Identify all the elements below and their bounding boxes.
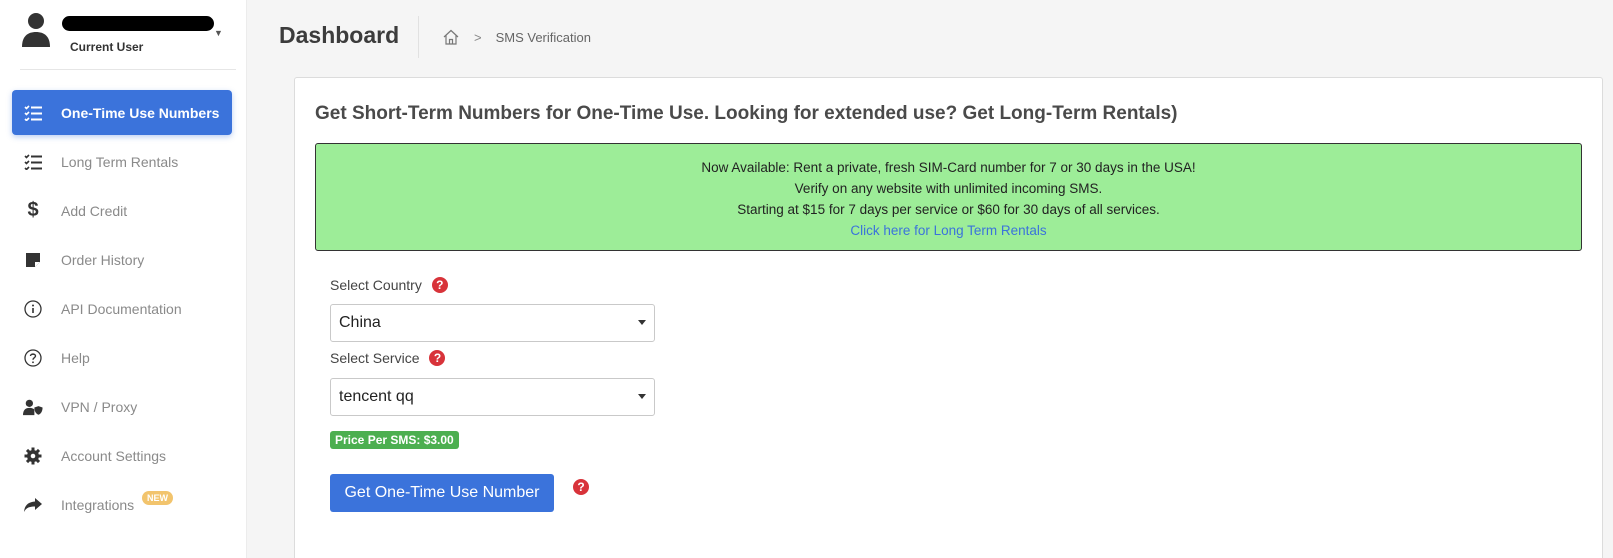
- sidebar-item-vpn-proxy[interactable]: VPN / Proxy: [12, 384, 232, 429]
- sidebar-item-add-credit[interactable]: $ Add Credit: [12, 188, 232, 233]
- get-number-button[interactable]: Get One-Time Use Number: [330, 474, 554, 512]
- chevron-right-icon: >: [474, 29, 482, 45]
- caret-down-icon: [638, 320, 646, 325]
- price-per-sms-badge: Price Per SMS: $3.00: [330, 431, 459, 449]
- home-icon[interactable]: [442, 28, 460, 46]
- sidebar-item-label: One-Time Use Numbers: [61, 104, 220, 121]
- banner-line: Now Available: Rent a private, fresh SIM…: [701, 160, 1196, 175]
- main-card: Get Short-Term Numbers for One-Time Use.…: [294, 77, 1603, 558]
- select-service-label: Select Service ?: [330, 350, 446, 366]
- banner-line: Verify on any website with unlimited inc…: [794, 181, 1103, 196]
- user-shield-icon: [23, 397, 43, 417]
- sidebar-item-order-history[interactable]: Order History: [12, 237, 232, 282]
- sidebar-item-label: API Documentation: [61, 300, 182, 317]
- sidebar-item-long-term-rentals[interactable]: Long Term Rentals: [12, 139, 232, 184]
- field-label-text: Select Country: [330, 277, 422, 293]
- current-user-label: Current User: [70, 40, 144, 54]
- sidebar: ▼ Current User One-Time Use Numbers Long…: [0, 0, 247, 558]
- select-country-label: Select Country ?: [330, 277, 448, 293]
- help-icon[interactable]: ?: [573, 479, 589, 495]
- breadcrumb: > SMS Verification: [442, 28, 591, 46]
- page-title: Dashboard: [279, 22, 400, 48]
- field-label-text: Select Service: [330, 350, 420, 366]
- sidebar-item-api-documentation[interactable]: API Documentation: [12, 286, 232, 331]
- sidebar-item-one-time-use-numbers[interactable]: One-Time Use Numbers: [12, 90, 232, 135]
- question-icon: [23, 348, 43, 368]
- sidebar-item-label: Help: [61, 349, 90, 366]
- user-avatar-icon: [22, 13, 50, 47]
- header-divider: [418, 16, 419, 58]
- chevron-down-icon[interactable]: ▼: [214, 28, 223, 38]
- sidebar-item-label: Long Term Rentals: [61, 153, 179, 170]
- sidebar-item-label: VPN / Proxy: [61, 398, 138, 415]
- help-icon[interactable]: ?: [431, 277, 448, 293]
- new-badge: NEW: [142, 491, 173, 505]
- help-icon[interactable]: ?: [429, 350, 446, 366]
- country-select[interactable]: China: [330, 304, 655, 342]
- user-name-redacted: [62, 16, 214, 31]
- checklist-icon: [23, 103, 43, 123]
- banner-line: Starting at $15 for 7 days per service o…: [737, 202, 1160, 217]
- gear-icon: [23, 446, 43, 466]
- sidebar-item-label: Add Credit: [61, 202, 128, 219]
- sidebar-item-label: Account Settings: [61, 447, 167, 464]
- note-icon: [23, 250, 43, 270]
- checklist-icon: [23, 152, 43, 172]
- card-title: Get Short-Term Numbers for One-Time Use.…: [315, 103, 1178, 124]
- user-menu[interactable]: ▼ Current User: [20, 10, 236, 70]
- sidebar-item-label: Order History: [61, 251, 145, 268]
- long-term-rentals-link[interactable]: Click here for Long Term Rentals: [850, 223, 1046, 238]
- breadcrumb-current[interactable]: SMS Verification: [496, 30, 591, 45]
- share-icon: [23, 495, 43, 515]
- promo-banner: Now Available: Rent a private, fresh SIM…: [315, 143, 1582, 251]
- sidebar-item-account-settings[interactable]: Account Settings: [12, 433, 232, 478]
- info-icon: [23, 299, 43, 319]
- service-select[interactable]: tencent qq: [330, 378, 655, 416]
- sidebar-item-integrations[interactable]: Integrations NEW: [12, 482, 232, 527]
- sidebar-nav: One-Time Use Numbers Long Term Rentals $…: [12, 90, 232, 531]
- dollar-icon: $: [27, 199, 39, 221]
- caret-down-icon: [638, 394, 646, 399]
- country-select-value: China: [339, 314, 381, 331]
- sidebar-item-label: Integrations: [61, 496, 135, 513]
- sidebar-item-help[interactable]: Help: [12, 335, 232, 380]
- service-select-value: tencent qq: [339, 388, 414, 405]
